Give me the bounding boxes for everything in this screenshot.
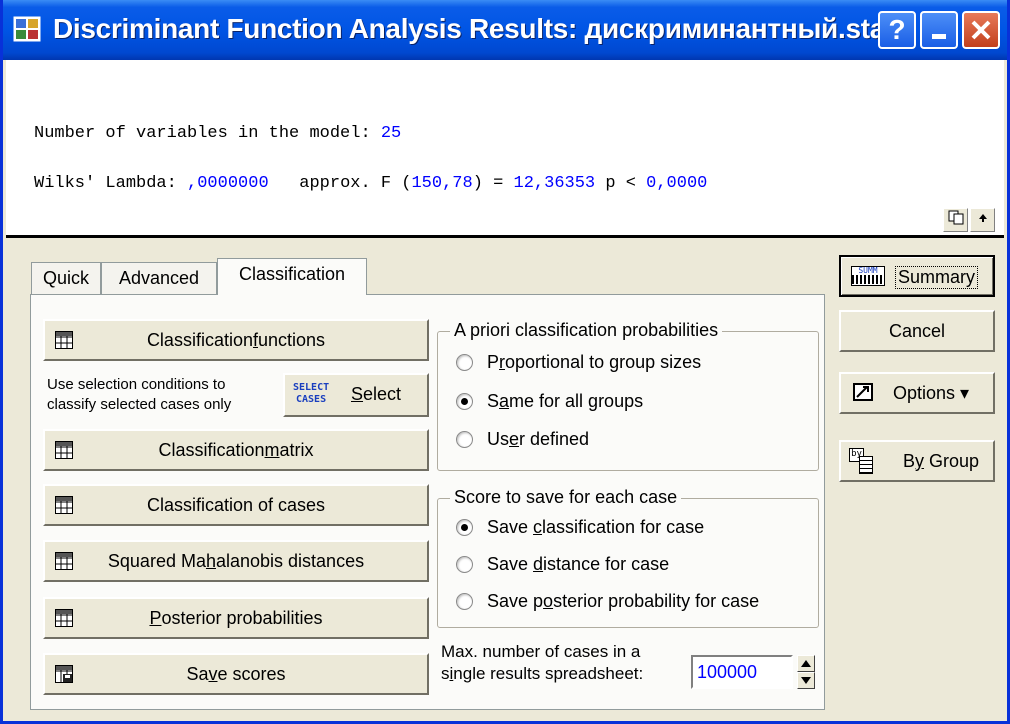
- results-output: Number of variables in the model: 25 Wil…: [6, 60, 1004, 238]
- radio-save-distance[interactable]: Save distance for case: [456, 554, 669, 575]
- radio-button: [456, 593, 473, 610]
- radio-button: [456, 354, 473, 371]
- select-cases-icon: SELECT CASES: [293, 382, 330, 405]
- tab-advanced[interactable]: Advanced: [101, 262, 217, 294]
- radio-button-selected: [456, 393, 473, 410]
- copy-icon: [948, 210, 963, 225]
- help-button[interactable]: ?: [878, 11, 916, 49]
- by-group-button[interactable]: by By Group: [839, 440, 995, 482]
- by-group-icon: by: [849, 448, 873, 474]
- classification-functions-button[interactable]: Classification f unctions: [43, 319, 429, 361]
- apriori-group: A priori classification probabilities Pr…: [437, 320, 819, 471]
- radio-button-selected: [456, 519, 473, 536]
- spin-up-button[interactable]: [797, 655, 815, 672]
- spin-down-button[interactable]: [797, 672, 815, 689]
- posterior-probabilities-button[interactable]: Posterior probabilities: [43, 597, 429, 639]
- options-button[interactable]: Options ▾: [839, 372, 995, 414]
- selection-conditions-text: Use selection conditions to classify sel…: [47, 376, 232, 413]
- copy-button[interactable]: [943, 208, 968, 232]
- score-group-title: Score to save for each case: [450, 487, 682, 508]
- close-icon: [971, 20, 991, 40]
- title-bar[interactable]: Discriminant Function Analysis Results: …: [3, 0, 1007, 60]
- save-scores-button[interactable]: Sa v e scores: [43, 653, 429, 695]
- classification-matrix-button[interactable]: Classification m atrix: [43, 429, 429, 471]
- window-title: Discriminant Function Analysis Results: …: [53, 13, 886, 44]
- close-button[interactable]: [962, 11, 1000, 49]
- classification-panel: Classification f unctions Use selection c…: [30, 294, 825, 710]
- radio-proportional[interactable]: Proportional to group sizes: [456, 352, 701, 373]
- arrow-up-icon: [978, 214, 987, 222]
- radio-user-defined[interactable]: User defined: [456, 429, 589, 450]
- arrow-up-icon: [801, 660, 811, 667]
- tab-classification[interactable]: Classification: [217, 258, 367, 295]
- results-window: Discriminant Function Analysis Results: …: [0, 0, 1010, 724]
- summary-icon: SUMM: [851, 266, 885, 286]
- squared-mahalanobis-button[interactable]: Squared Ma h alanobis distances: [43, 540, 429, 582]
- minimize-icon: [932, 34, 946, 39]
- wilks-lambda-line: Wilks' Lambda: ,0000000 approx. F (150,7…: [34, 174, 708, 193]
- radio-same-for-all[interactable]: Same for all groups: [456, 391, 643, 412]
- variables-line: Number of variables in the model: 25: [34, 124, 402, 143]
- radio-button: [456, 431, 473, 448]
- apriori-group-title: A priori classification probabilities: [450, 320, 723, 341]
- arrow-down-icon: [801, 677, 811, 684]
- options-icon: [853, 383, 873, 401]
- select-cases-button[interactable]: SELECT CASES Select: [283, 373, 429, 417]
- cancel-button[interactable]: Cancel: [839, 310, 995, 352]
- radio-button: [456, 556, 473, 573]
- classification-of-cases-button[interactable]: Classification of cases: [43, 484, 429, 526]
- app-icon: [13, 16, 41, 42]
- radio-save-classification[interactable]: Save classification for case: [456, 517, 704, 538]
- tab-quick[interactable]: Quick: [31, 262, 101, 294]
- max-cases-input[interactable]: 100000: [691, 655, 793, 689]
- minimize-button[interactable]: [920, 11, 958, 49]
- radio-save-posterior[interactable]: Save posterior probability for case: [456, 591, 759, 612]
- expand-button[interactable]: [970, 208, 995, 232]
- score-group: Score to save for each case Save classif…: [437, 487, 819, 628]
- summary-button[interactable]: SUMM Summary: [839, 255, 995, 297]
- max-cases-label: Max. number of cases in a single results…: [441, 642, 644, 683]
